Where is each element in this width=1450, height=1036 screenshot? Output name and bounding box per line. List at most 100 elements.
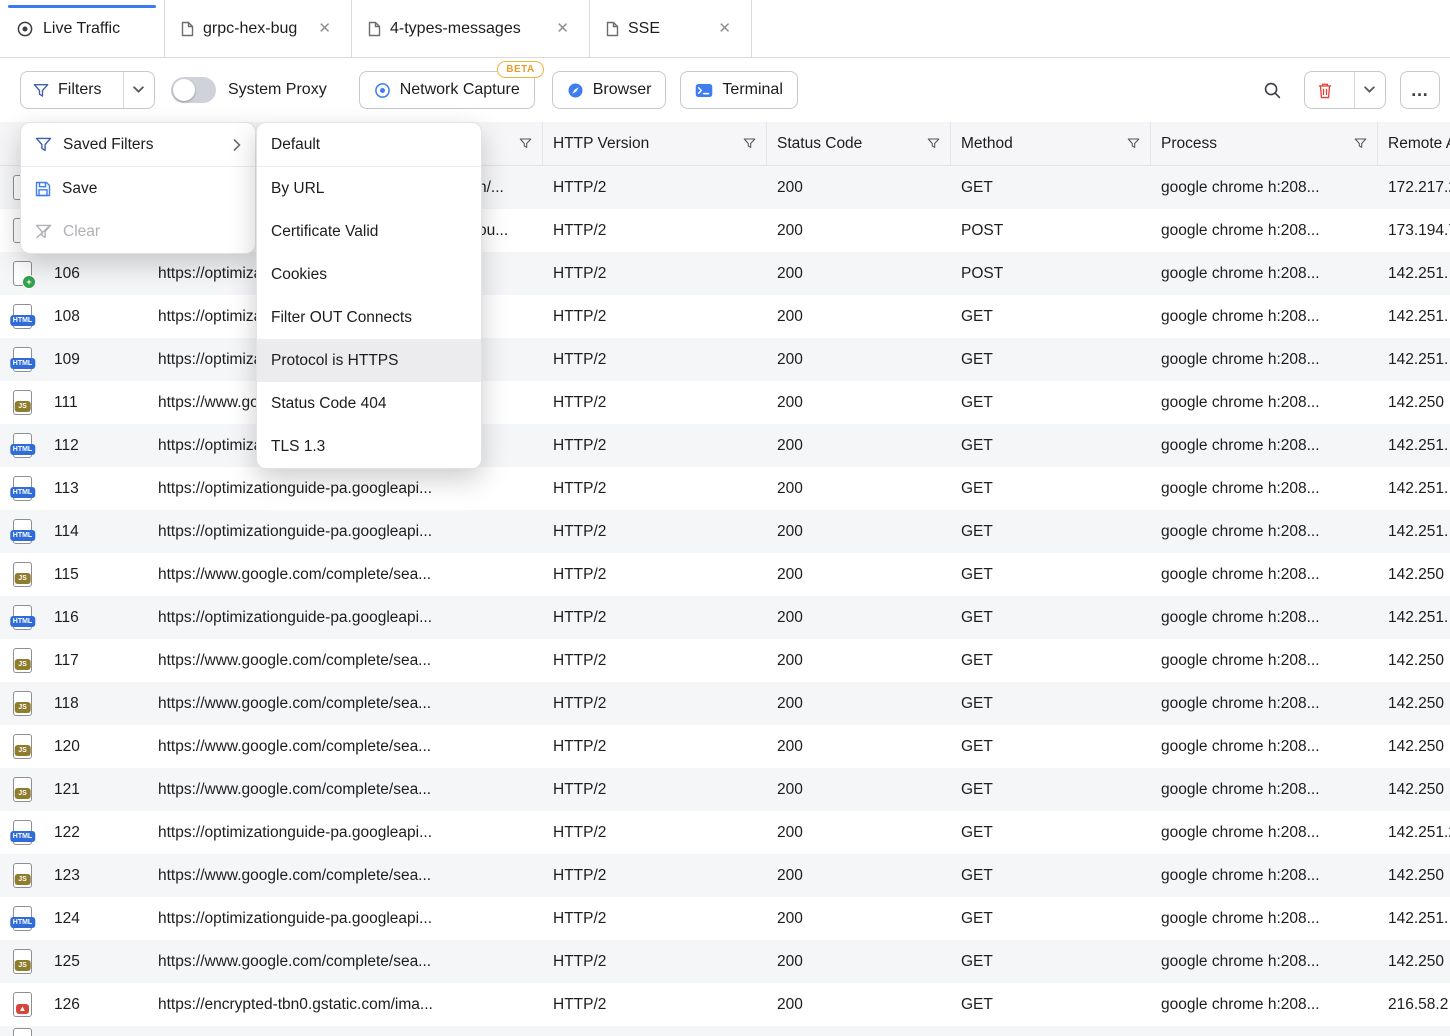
tab-bar: Live Traffic grpc-hex-bug ✕ 4-types-mess… bbox=[0, 0, 1450, 58]
submenu-item-cookies[interactable]: Cookies bbox=[257, 253, 481, 296]
cell-id: 111 bbox=[44, 394, 148, 412]
column-filter-icon[interactable] bbox=[1354, 137, 1367, 150]
table-row[interactable]: JS123https://www.google.com/complete/sea… bbox=[0, 854, 1450, 897]
cell-file-icon bbox=[0, 261, 44, 286]
column-header-status-code[interactable]: Status Code bbox=[767, 122, 951, 165]
cell-url: https://www.google.com/complete/sea... bbox=[148, 695, 543, 713]
cell-http-version: HTTP/2 bbox=[543, 738, 767, 756]
column-filter-icon[interactable] bbox=[743, 137, 756, 150]
more-button[interactable]: … bbox=[1400, 71, 1440, 109]
submenu-item-filter-out-connects[interactable]: Filter OUT Connects bbox=[257, 296, 481, 339]
cell-method: GET bbox=[951, 523, 1151, 541]
column-header-http-version[interactable]: HTTP Version bbox=[543, 122, 767, 165]
cell-id: 113 bbox=[44, 480, 148, 498]
file-badge: HTML bbox=[10, 358, 35, 369]
table-row[interactable]: HTML124https://optimizationguide-pa.goog… bbox=[0, 897, 1450, 940]
table-row[interactable]: JS121https://www.google.com/complete/sea… bbox=[0, 768, 1450, 811]
table-row[interactable]: HTML114https://optimizationguide-pa.goog… bbox=[0, 510, 1450, 553]
column-header-remote-address[interactable]: Remote Address bbox=[1378, 122, 1450, 165]
table-row[interactable]: HTML108https://optimizationguide-pa.goog… bbox=[0, 295, 1450, 338]
cell-file-icon: HTML bbox=[0, 304, 44, 329]
menu-item-save[interactable]: Save bbox=[21, 167, 255, 210]
column-header-process[interactable]: Process bbox=[1151, 122, 1378, 165]
cell-id: 120 bbox=[44, 738, 148, 756]
tab-close-icon[interactable]: ✕ bbox=[714, 19, 735, 38]
browser-button[interactable]: Browser bbox=[552, 71, 667, 109]
column-filter-icon[interactable] bbox=[1127, 137, 1140, 150]
trash-icon bbox=[1317, 82, 1333, 99]
cell-status-code: 200 bbox=[767, 695, 951, 713]
filters-button-main[interactable]: Filters bbox=[21, 72, 114, 108]
submenu-item-default[interactable]: Default bbox=[257, 123, 481, 166]
submenu-item-by-url[interactable]: By URL bbox=[257, 167, 481, 210]
document-icon bbox=[606, 21, 619, 37]
table-row[interactable]: JS117https://www.google.com/complete/sea… bbox=[0, 639, 1450, 682]
cell-status-code: 200 bbox=[767, 351, 951, 369]
terminal-button[interactable]: Terminal bbox=[680, 71, 797, 109]
submenu-item-tls-1-3[interactable]: TLS 1.3 bbox=[257, 425, 481, 468]
table-row[interactable]: JS111https://www.google.com/complete/sea… bbox=[0, 381, 1450, 424]
cell-file-icon: HTML bbox=[0, 906, 44, 931]
table-row[interactable]: HTML112https://optimizationguide-pa.goog… bbox=[0, 424, 1450, 467]
cell-http-version: HTTP/2 bbox=[543, 781, 767, 799]
tab-sse[interactable]: SSE ✕ bbox=[590, 0, 752, 57]
cell-process: google chrome h:208... bbox=[1151, 437, 1378, 455]
submenu-item-certificate-valid[interactable]: Certificate Valid bbox=[257, 210, 481, 253]
table-row[interactable]: HTML113https://optimizationguide-pa.goog… bbox=[0, 467, 1450, 510]
cell-file-icon: HTML bbox=[0, 605, 44, 630]
cell-remote-address: 142.250 bbox=[1378, 566, 1450, 584]
table-row[interactable]: HTML122https://optimizationguide-pa.goog… bbox=[0, 811, 1450, 854]
menu-item-saved-filters[interactable]: Saved Filters bbox=[21, 123, 255, 166]
table-row[interactable]: JS118https://www.google.com/complete/sea… bbox=[0, 682, 1450, 725]
submenu-item-label: Default bbox=[271, 136, 320, 154]
file-type-html-icon: HTML bbox=[13, 906, 32, 931]
clear-filter-icon bbox=[35, 224, 52, 239]
submenu-item-status-code-404[interactable]: Status Code 404 bbox=[257, 382, 481, 425]
document-icon bbox=[368, 21, 381, 37]
cell-http-version: HTTP/2 bbox=[543, 824, 767, 842]
search-button[interactable] bbox=[1255, 71, 1290, 109]
cell-url: https://optimizationguide-pa.googleapi..… bbox=[148, 824, 543, 842]
table-row[interactable]: JS115https://www.google.com/complete/sea… bbox=[0, 553, 1450, 596]
tab-close-icon[interactable]: ✕ bbox=[552, 19, 573, 38]
cell-http-version: HTTP/2 bbox=[543, 222, 767, 240]
tab-grpc-hex-bug[interactable]: grpc-hex-bug ✕ bbox=[165, 0, 352, 57]
column-filter-icon[interactable] bbox=[927, 137, 940, 150]
cell-remote-address: 142.250 bbox=[1378, 738, 1450, 756]
table-row[interactable]: 106https://optimizationguide-pa.googleap… bbox=[0, 252, 1450, 295]
submenu-item-label: By URL bbox=[271, 180, 324, 198]
file-badge: HTML bbox=[10, 315, 35, 326]
table-row[interactable]: HTML116https://optimizationguide-pa.goog… bbox=[0, 596, 1450, 639]
cell-process: google chrome h:208... bbox=[1151, 824, 1378, 842]
cell-id: 122 bbox=[44, 824, 148, 842]
table-row[interactable]: HTML109https://optimizationguide-pa.goog… bbox=[0, 338, 1450, 381]
filters-button[interactable]: Filters bbox=[20, 71, 155, 109]
cell-file-icon: JS bbox=[0, 863, 44, 888]
submenu-item-protocol-is-https[interactable]: Protocol is HTTPS bbox=[257, 339, 481, 382]
cell-url: https://www.google.com/complete/sea... bbox=[148, 566, 543, 584]
clear-session-dropdown-arrow[interactable] bbox=[1354, 72, 1384, 108]
cell-file-icon: JS bbox=[0, 777, 44, 802]
cell-id: 121 bbox=[44, 781, 148, 799]
cell-method: GET bbox=[951, 308, 1151, 326]
table-row[interactable]: JS125https://www.google.com/complete/sea… bbox=[0, 940, 1450, 983]
cell-remote-address: 142.251. bbox=[1378, 265, 1450, 283]
filters-dropdown-arrow[interactable] bbox=[123, 72, 153, 108]
file-badge: JS bbox=[14, 702, 31, 713]
table-row[interactable] bbox=[0, 1026, 1450, 1036]
eye-icon bbox=[16, 20, 34, 38]
browser-compass-icon bbox=[567, 82, 584, 99]
table-row[interactable]: ▲126https://encrypted-tbn0.gstatic.com/i… bbox=[0, 983, 1450, 1026]
tab-close-icon[interactable]: ✕ bbox=[314, 19, 335, 38]
column-header-method[interactable]: Method bbox=[951, 122, 1151, 165]
clear-session-button[interactable] bbox=[1304, 71, 1386, 109]
column-filter-icon[interactable] bbox=[519, 137, 532, 150]
trash-button[interactable] bbox=[1305, 72, 1345, 108]
tab-4-types-messages[interactable]: 4-types-messages ✕ bbox=[352, 0, 590, 57]
tab-live-traffic[interactable]: Live Traffic bbox=[0, 0, 165, 57]
cell-process: google chrome h:208... bbox=[1151, 566, 1378, 584]
network-capture-button[interactable]: Network Capture BETA bbox=[359, 71, 535, 109]
table-row[interactable]: JS120https://www.google.com/complete/sea… bbox=[0, 725, 1450, 768]
menu-item-clear[interactable]: Clear bbox=[21, 210, 255, 253]
system-proxy-toggle[interactable] bbox=[171, 77, 216, 103]
